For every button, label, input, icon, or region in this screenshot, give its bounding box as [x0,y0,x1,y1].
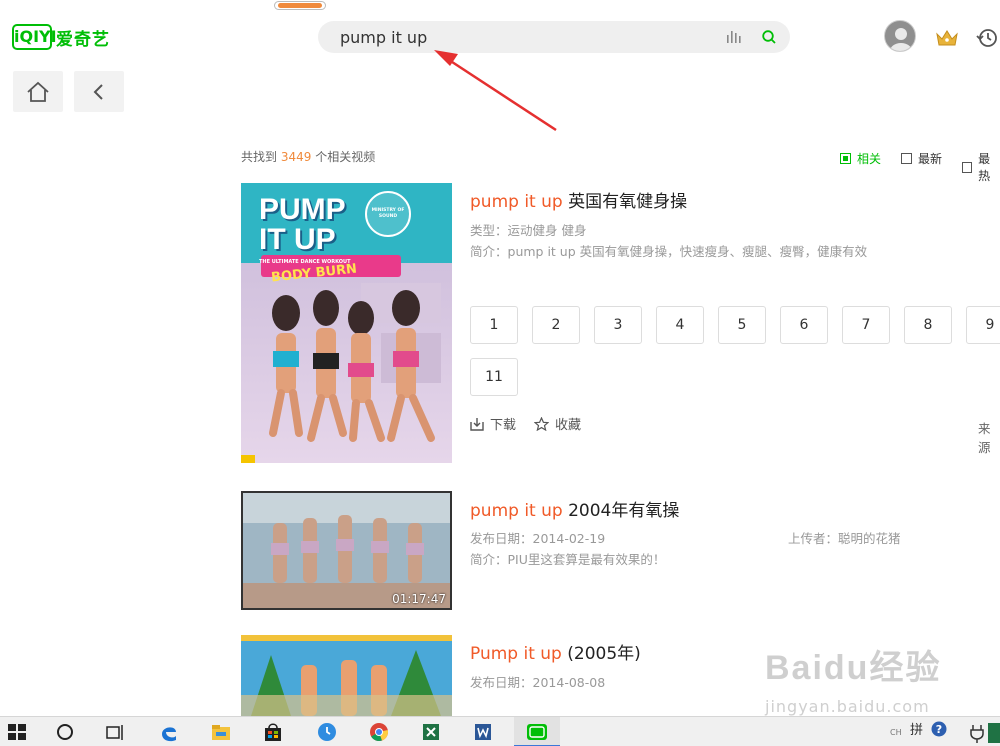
chevron-left-icon [93,83,103,100]
star-icon [534,416,549,431]
episode-button[interactable]: 9 [966,306,1000,344]
result-type-1: 类型：运动健身 健身 [470,223,587,238]
baidu-watermark: Baidu经验 jingyan.baidu.com [765,649,942,716]
result-intro-1: 简介：pump it up 英国有氧健身操，快速瘦身、瘦腿、瘦臀，健康有效 [470,244,868,259]
logo-badge: iQIYI [12,24,57,50]
search-bar [318,21,790,53]
result-count: 共找到 3449 个相关视频 [241,150,376,164]
checkbox-icon [901,153,912,164]
episode-button[interactable]: 6 [780,306,828,344]
result-title-2[interactable]: pump it up 2004年有氧操 [470,496,679,521]
result-title-1[interactable]: pump it up 英国有氧健身操 [470,187,687,212]
clock-app-icon[interactable] [316,721,338,743]
search-input[interactable] [340,26,700,48]
episode-button[interactable]: 5 [718,306,766,344]
user-avatar-icon [890,28,912,51]
sort-relevance[interactable]: 相关 [840,150,881,167]
voice-search-icon[interactable] [726,29,742,45]
ime-lang: CH [890,728,902,737]
thumbnail-title: PUMP IT UP [259,193,346,256]
svg-text:?: ? [936,723,942,736]
excel-icon[interactable] [420,721,442,743]
power-plug-icon[interactable] [970,723,984,743]
app-window: iQIYI 爱奇艺 pump it up 共找到 3449 个相关视频 相关 最… [0,0,1000,746]
download-button[interactable]: 下载 [470,414,516,433]
sort-newest[interactable]: 最新 [901,150,942,167]
history-icon[interactable] [976,27,998,49]
checkbox-icon [840,153,851,164]
search-icon[interactable] [761,29,777,45]
episode-button[interactable]: 11 [470,358,518,396]
sort-hottest[interactable]: 最热 [962,150,1000,184]
file-explorer-icon[interactable] [210,721,232,743]
episode-button[interactable]: 1 [470,306,518,344]
iqiyi-app-icon [527,724,547,740]
windows-start-icon[interactable] [6,721,28,743]
taskbar-active-app[interactable] [514,717,560,746]
result-uploader-2: 上传者：聪明的花猪 [788,531,901,546]
episode-button[interactable]: 4 [656,306,704,344]
result-count-number: 3449 [280,150,312,164]
word-icon[interactable] [472,721,494,743]
help-icon[interactable]: ? [930,720,948,738]
brand-seal: MINISTRY OF SOUND [365,191,411,237]
video-duration: 01:17:47 [392,592,446,606]
tray-app-icon[interactable] [988,723,1000,743]
episode-button[interactable]: 3 [594,306,642,344]
checkbox-icon [962,161,973,173]
result-thumbnail-3[interactable] [241,635,452,716]
iqiyi-logo[interactable]: iQIYI 爱奇艺 [12,24,110,50]
result-thumbnail-1[interactable]: PUMP IT UP THE ULTIMATE DANCE WORKOUT BO… [241,183,452,463]
task-view-icon[interactable] [104,721,126,743]
store-icon[interactable] [262,721,284,743]
episode-button[interactable]: 8 [904,306,952,344]
result-date-3: 发布日期：2014-08-08 [470,675,606,690]
download-icon [470,417,484,431]
chrome-icon[interactable] [368,721,390,743]
favorite-button[interactable]: 收藏 [534,414,581,433]
source-label: 来源 [978,421,991,455]
result-intro-2: 简介：PIU里这套算是最有效果的！ [470,552,666,567]
back-button[interactable] [74,71,124,112]
drag-handle[interactable] [274,1,326,10]
logo-text: 爱奇艺 [56,29,110,50]
home-icon [27,81,49,102]
result-date-2: 发布日期：2014-02-19 [470,531,606,546]
result-title-3[interactable]: Pump it up (2005年) [470,639,641,664]
edge-browser-icon[interactable] [158,721,180,743]
home-button[interactable] [13,71,63,112]
episode-button[interactable]: 2 [532,306,580,344]
result-thumbnail-2[interactable]: 01:17:47 [241,491,452,610]
taskbar: 拼 CH ? [0,716,1000,746]
ime-indicator[interactable]: 拼 [910,719,923,738]
episode-button[interactable]: 7 [842,306,890,344]
vip-crown-icon[interactable] [935,28,959,48]
user-avatar[interactable] [884,20,916,52]
cortana-search-icon[interactable] [54,721,76,743]
